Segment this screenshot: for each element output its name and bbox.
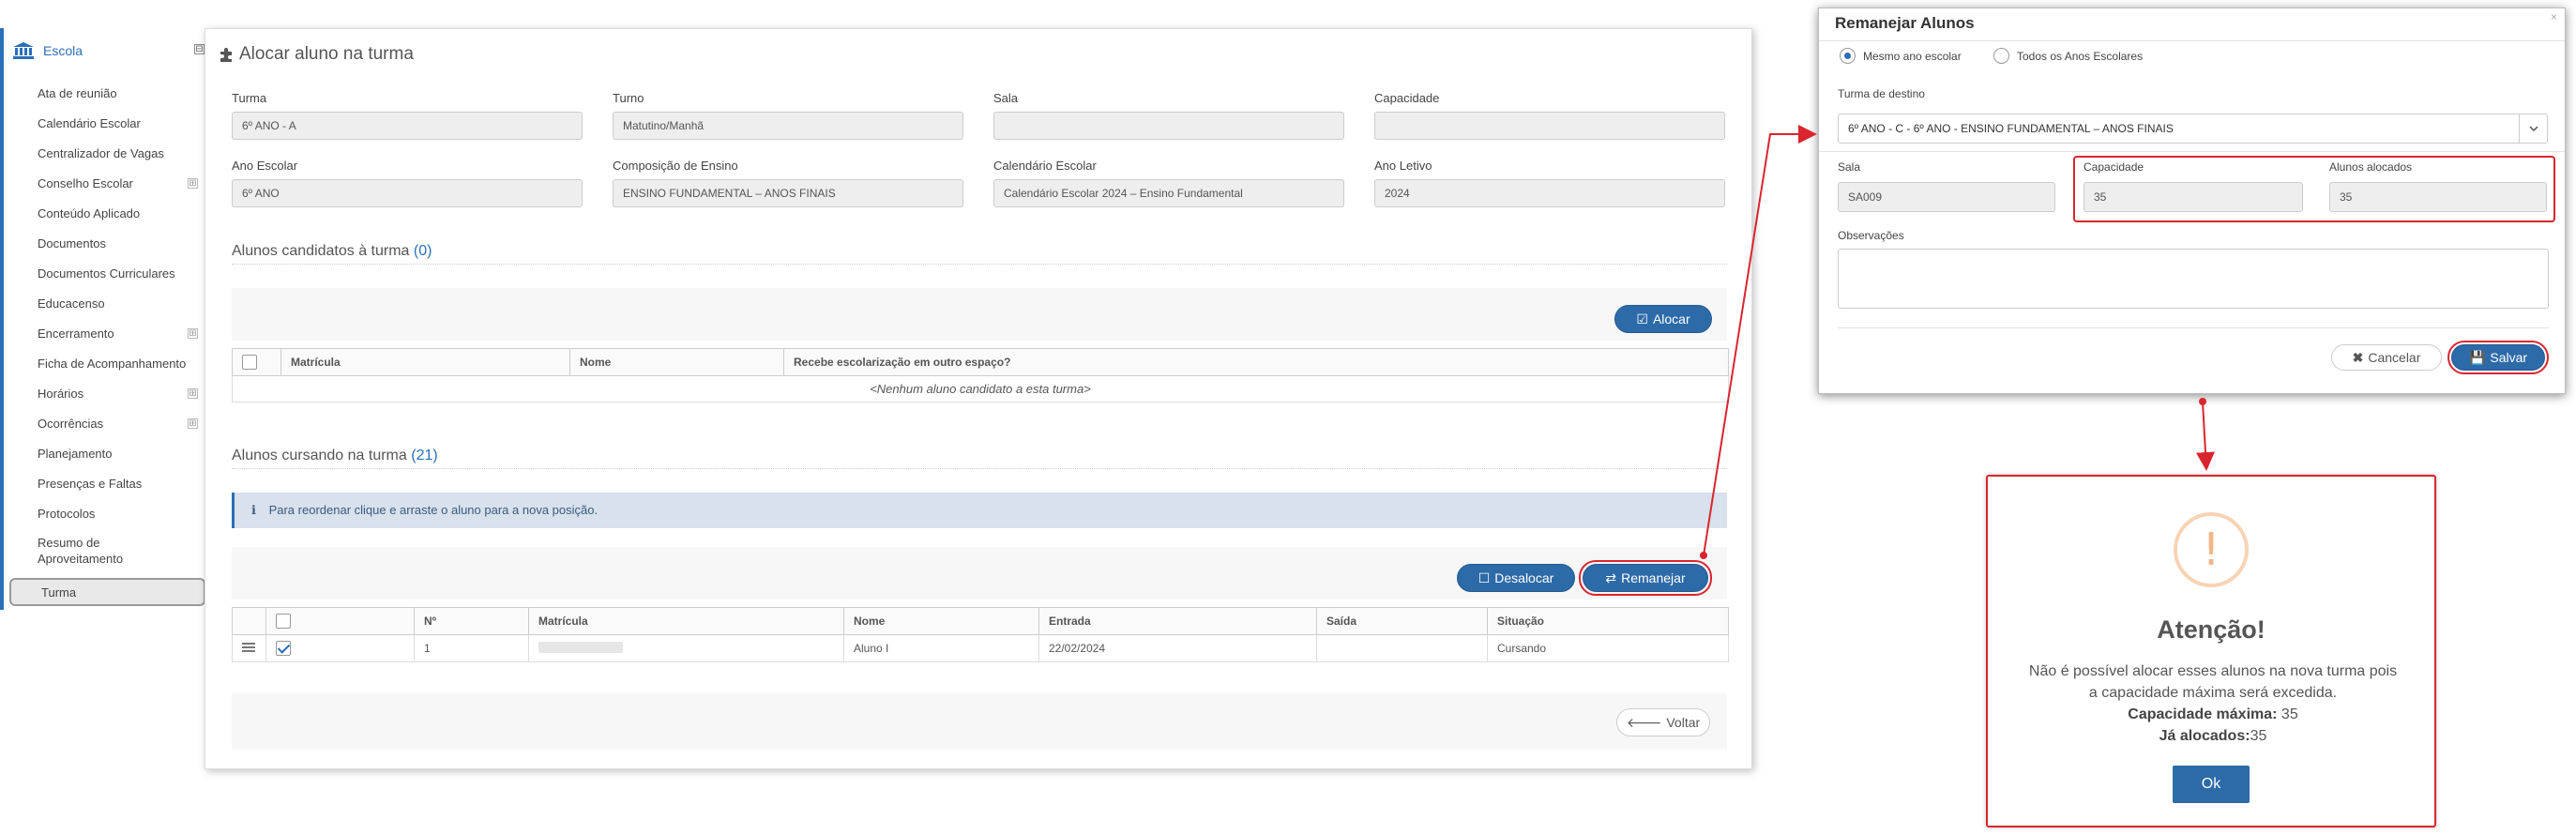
annotation-arrows <box>1700 125 2215 559</box>
arrow-to-modal <box>1703 125 1817 556</box>
arrow-to-alert <box>2196 401 2215 471</box>
